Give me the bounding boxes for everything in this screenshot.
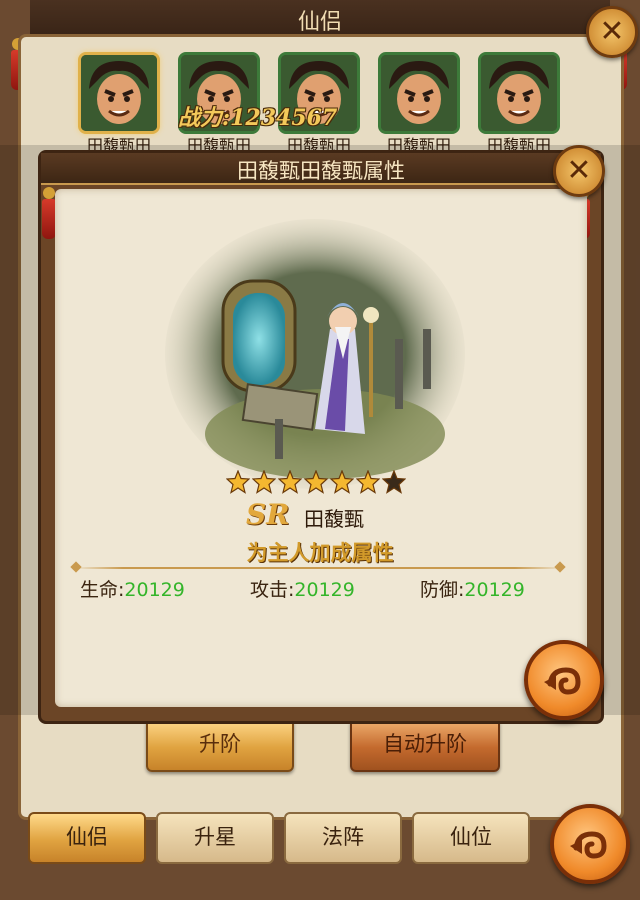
dialog-back-button[interactable] (524, 640, 604, 720)
rarity-badge: SR (246, 498, 290, 531)
stat-defense-label: 防御: (420, 579, 465, 601)
star-filled-icon (225, 469, 251, 494)
attribute-stats: 生命:20129 攻击:20129 防御:20129 (0, 575, 640, 605)
companion-portrait[interactable] (478, 52, 560, 134)
attribute-dialog: 田馥甄田馥甄属性 ✕ (38, 145, 605, 724)
stat-attack-value: 20129 (294, 579, 355, 601)
star-filled-icon (251, 469, 277, 494)
companion-portrait[interactable] (78, 52, 160, 134)
close-icon: ✕ (599, 14, 625, 49)
tab-companion[interactable]: 仙侣 (28, 812, 146, 864)
stat-defense: 防御:20129 (420, 575, 525, 602)
back-arrow-icon (570, 831, 607, 859)
stat-attack-label: 攻击: (250, 579, 295, 601)
star-filled-icon (329, 469, 355, 494)
upgrade-button[interactable]: 升阶 (146, 718, 294, 772)
close-button[interactable]: ✕ (586, 6, 638, 58)
bonus-attributes-heading: 为主人加成属性 (246, 541, 394, 565)
back-arrow-icon (544, 667, 581, 695)
bottom-tab-bar: 仙侣 升星 法阵 仙位 (0, 812, 640, 872)
stat-hp-label: 生命: (80, 579, 125, 601)
back-button[interactable] (550, 804, 630, 884)
upgrade-actions: 升阶 自动升阶 (0, 718, 640, 778)
section-divider (74, 567, 564, 569)
dialog-close-button[interactable]: ✕ (553, 145, 605, 197)
stat-defense-value: 20129 (464, 579, 525, 601)
star-filled-icon (303, 469, 329, 494)
character-face-icon (81, 55, 157, 131)
tab-formation[interactable]: 法阵 (284, 812, 402, 864)
star-filled-icon (277, 469, 303, 494)
close-icon: ✕ (566, 153, 592, 188)
auto-upgrade-button[interactable]: 自动升阶 (350, 718, 500, 772)
dialog-content-panel (55, 189, 587, 707)
tab-rank[interactable]: 仙位 (412, 812, 530, 864)
character-face-icon (481, 55, 557, 131)
stat-attack: 攻击:20129 (250, 575, 355, 602)
character-scene-image (165, 219, 465, 489)
star-empty-icon (381, 469, 407, 494)
character-name: 田馥甄 (304, 507, 364, 531)
stat-hp-value: 20129 (124, 579, 185, 601)
combat-power-label: 战力:1234567 (178, 105, 338, 131)
window-title: 仙侣 (297, 10, 342, 35)
star-rating (225, 469, 408, 496)
dialog-title: 田馥甄田馥甄属性 (237, 159, 405, 183)
star-filled-icon (355, 469, 381, 494)
tab-star-up[interactable]: 升星 (156, 812, 274, 864)
stat-hp: 生命:20129 (80, 575, 185, 602)
